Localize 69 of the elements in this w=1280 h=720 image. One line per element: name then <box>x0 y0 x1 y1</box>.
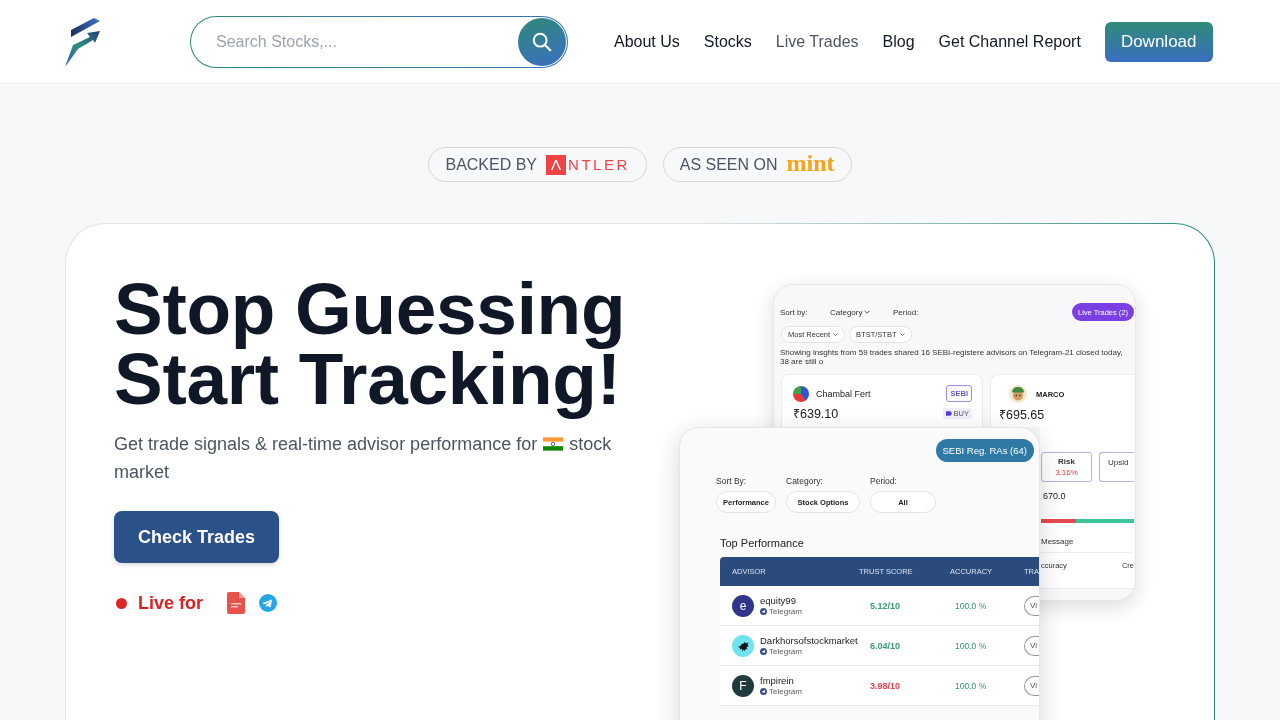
metric-label: Risk <box>1058 457 1075 466</box>
nav-link[interactable]: Blog <box>882 32 915 51</box>
view-button[interactable]: Vi <box>1024 635 1039 656</box>
section-title: Top Performance <box>719 537 805 549</box>
stock-price: ₹639.10 <box>793 406 839 422</box>
metric-value: 3.16% <box>1055 468 1078 477</box>
logo-text: NTLER <box>568 156 630 173</box>
filter-label: Period: <box>870 476 898 486</box>
subtitle-text: Get trade signals & real-time advisor performance for <box>114 434 538 454</box>
trust-score: 6.04/10 <box>870 640 901 651</box>
pdf-file-icon <box>227 592 245 614</box>
search-icon <box>531 30 553 53</box>
logo-text: mint <box>786 151 835 175</box>
subtitle-text: stock <box>569 434 612 454</box>
table-row[interactable]: F fmpirein Telegram 3.98/10 100.0 % Vi <box>720 666 1039 706</box>
download-button[interactable]: Download <box>1104 21 1213 62</box>
search-field[interactable]: Search Stocks,... <box>190 15 568 68</box>
nav-link[interactable]: Live Trades <box>775 32 859 51</box>
metric-label: Upsid <box>1108 458 1129 467</box>
filter-label: Sort by: <box>780 307 808 317</box>
letter-avatar: F <box>732 674 754 697</box>
check-trades-button[interactable]: Check Trades <box>114 511 280 563</box>
letter-avatar: e <box>732 594 754 617</box>
table-row[interactable]: e equity99 Telegram 5.12/10 100.0 % Vi <box>720 586 1039 626</box>
nav-link[interactable]: Get Channel Report <box>938 32 1081 51</box>
badge-label: AS SEEN ON <box>679 155 778 174</box>
badge-label: BACKED BY <box>445 155 538 174</box>
filter-label: Period: <box>893 307 919 317</box>
live-dot-icon <box>116 597 127 609</box>
summary-text: Showing insghts from 59 trades shared 16 SEBI-registere advisors on Telegram-21 closed today, 38 are still o <box>779 348 1124 366</box>
message-label: Message <box>1041 537 1134 553</box>
company-logo-icon <box>793 385 809 402</box>
nav-link[interactable]: Stocks <box>703 32 752 51</box>
accuracy-value: 100.0 % <box>954 600 988 611</box>
table-row[interactable]: Darkhorsofstockmarket Telegram 6.04/10 100.0 % Vi <box>720 626 1039 666</box>
headline: Stop Guessing Start Tracking! <box>114 274 626 421</box>
advisor-name: fmpirein <box>760 675 795 686</box>
view-button[interactable]: Vi <box>1024 595 1039 616</box>
advisor-name: equity99 <box>760 595 797 606</box>
telegram-icon <box>760 608 767 615</box>
source-label: Telegram <box>769 687 802 696</box>
trust-score: 5.12/10 <box>870 600 901 611</box>
accuracy-value: 100.0 % <box>954 640 988 651</box>
filter-label: Category <box>830 307 863 317</box>
stock-price: ₹695.65 <box>999 407 1046 423</box>
advisor-name: Darkhorsofstockmarket <box>760 635 858 646</box>
nav-link[interactable]: About Us <box>614 32 680 51</box>
telegram-icon <box>760 648 767 655</box>
chevron-down-icon <box>899 333 905 336</box>
filter-label: Sort By: <box>716 476 748 486</box>
live-label: Live for <box>138 592 203 614</box>
chevron-down-icon <box>833 333 839 336</box>
source-label: Telegram <box>769 607 802 616</box>
subtitle-text: market <box>114 461 169 484</box>
telegram-icon <box>760 688 767 695</box>
filter-label: Category: <box>786 476 824 486</box>
advisors-count-button[interactable]: SEBI Reg. RAs (64) <box>935 439 1034 462</box>
accuracy-value: 100.0 % <box>954 680 988 691</box>
stock-name: Chambal Fert <box>816 388 871 399</box>
logo-mark: Λ <box>546 154 567 175</box>
source-label: Telegram <box>769 647 802 656</box>
india-flag-icon <box>543 437 564 451</box>
target-price: 670.0 <box>1042 491 1067 501</box>
logo-icon[interactable] <box>65 17 101 67</box>
cartoon-avatar-icon <box>1009 385 1027 403</box>
view-button[interactable]: Vi <box>1024 675 1039 696</box>
telegram-icon <box>259 594 277 612</box>
flag-icon <box>945 411 952 416</box>
trust-score: 3.98/10 <box>870 680 901 691</box>
